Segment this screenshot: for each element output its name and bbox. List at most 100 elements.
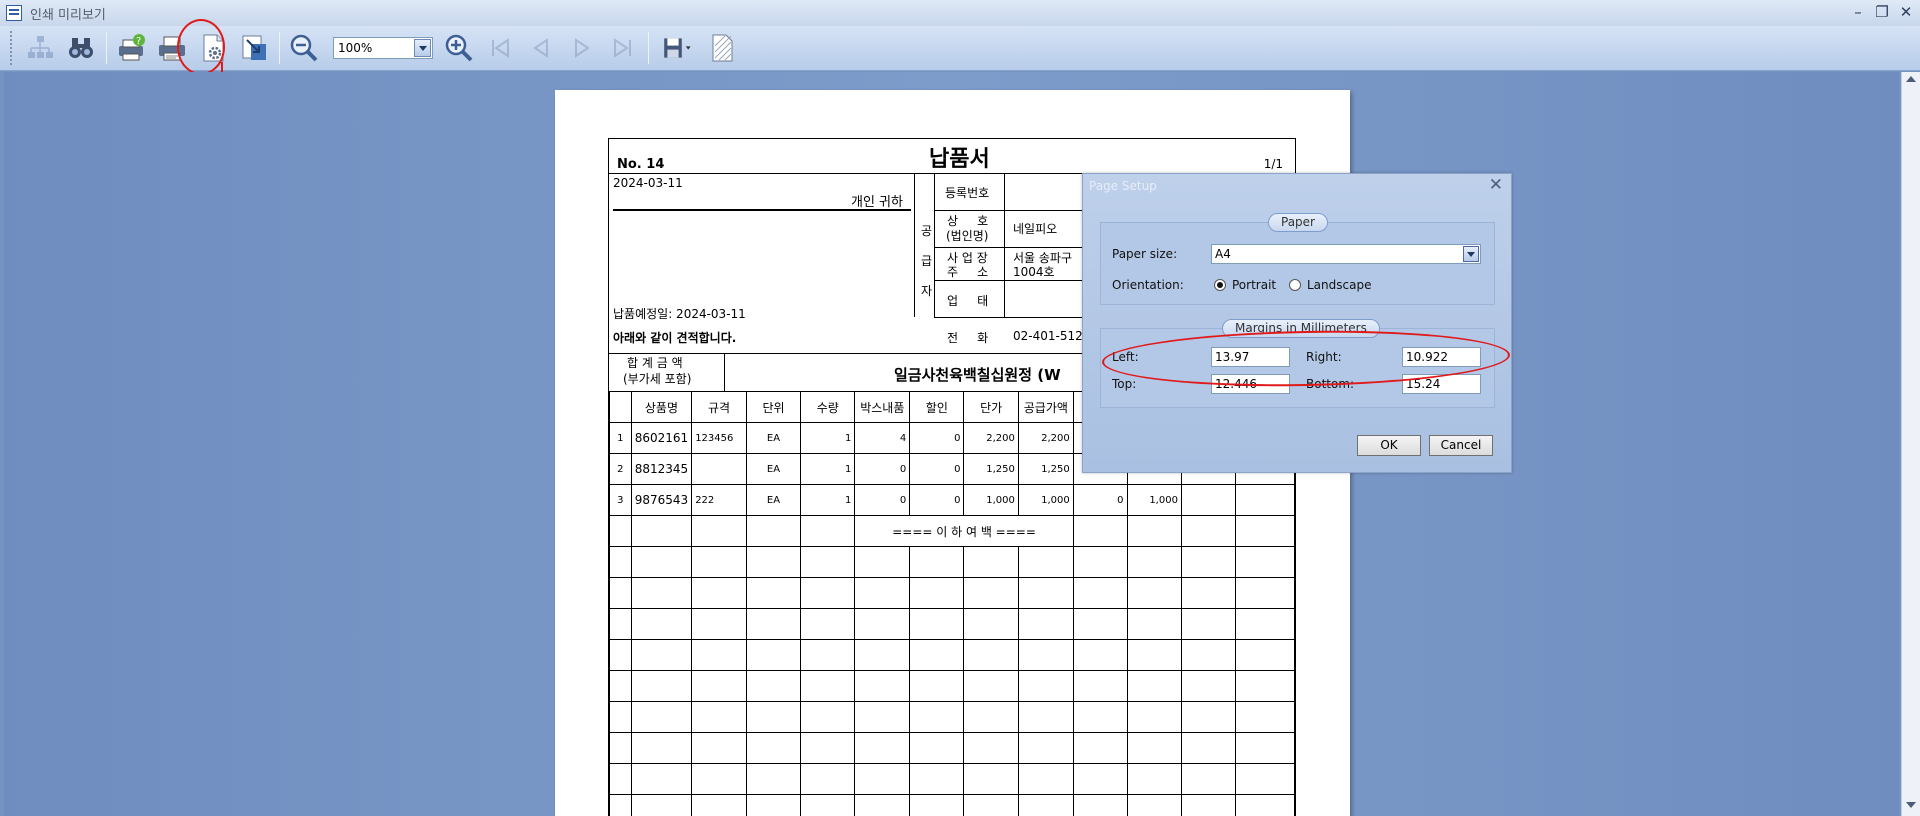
landscape-label: Landscape <box>1307 278 1372 292</box>
export-button[interactable] <box>655 30 699 66</box>
doc-page-number: 1/1 <box>1263 157 1283 171</box>
zoom-in-button[interactable] <box>441 30 477 66</box>
next-page-icon <box>575 38 590 58</box>
doc-title: 납품서 <box>929 147 990 172</box>
last-page-button[interactable] <box>605 30 641 66</box>
cell: 0 <box>854 453 911 485</box>
divider <box>724 353 725 391</box>
paper-size-select[interactable]: A4 <box>1211 244 1481 264</box>
cell: 1,000 <box>1017 484 1074 516</box>
top-margin-input[interactable]: 12.446 <box>1211 374 1290 394</box>
chevron-down-icon[interactable] <box>414 39 431 57</box>
close-icon[interactable]: ✕ <box>1489 175 1503 195</box>
next-page-button[interactable] <box>564 30 600 66</box>
cell: 1 <box>800 422 856 454</box>
left-margin-input[interactable]: 13.97 <box>1211 347 1290 367</box>
last-page-icon <box>614 38 631 58</box>
cell: 222 <box>691 484 747 516</box>
watermark-page-icon <box>712 34 733 62</box>
phone-label: 전 화 <box>947 331 989 345</box>
zoom-value: 100% <box>338 41 373 55</box>
doc-delivery-date: 납품예정일: 2024-03-11 <box>613 307 746 321</box>
cell: EA <box>745 422 802 454</box>
cell: 0 <box>854 484 911 516</box>
table-row <box>609 639 1296 671</box>
address-label-sub: 주 소 <box>947 265 989 279</box>
tree-icon <box>28 36 53 58</box>
zoom-out-button[interactable] <box>286 30 322 66</box>
toolbar-separator <box>106 32 107 64</box>
column-header: 단위 <box>745 391 802 423</box>
zoom-in-icon <box>445 34 473 62</box>
cell: 2,200 <box>1017 422 1074 454</box>
bottom-margin-input[interactable]: 15.24 <box>1402 374 1481 394</box>
paper-size-label: Paper size: <box>1112 247 1178 261</box>
cell: 3 <box>609 484 632 516</box>
top-margin-label: Top: <box>1112 377 1137 391</box>
cell: 2,200 <box>963 422 1019 454</box>
portrait-radio[interactable] <box>1214 279 1226 291</box>
watermark-button[interactable] <box>704 30 740 66</box>
column-header: 단가 <box>963 391 1019 423</box>
divider <box>613 209 911 211</box>
company-label-sub: (법인명) <box>946 229 989 243</box>
preview-toolbar: ? 100% <box>0 26 1920 71</box>
minimize-button[interactable]: – <box>1848 2 1868 22</box>
vertical-scrollbar[interactable] <box>1901 72 1920 816</box>
right-margin-input[interactable]: 10.922 <box>1402 347 1481 367</box>
first-page-button[interactable] <box>482 30 518 66</box>
table-row <box>609 608 1296 640</box>
binoculars-icon <box>69 38 93 58</box>
printer-help-icon: ? <box>119 34 145 61</box>
window-title: 인쇄 미리보기 <box>30 7 106 23</box>
column-header: 박스내품 <box>854 391 911 423</box>
business-label: 업 태 <box>947 294 989 308</box>
total-label: 합 계 금 액 <box>627 356 683 370</box>
document-map-button[interactable] <box>22 30 58 66</box>
cancel-button[interactable]: Cancel <box>1429 435 1493 456</box>
toolbar-separator <box>648 32 649 64</box>
scale-button[interactable] <box>236 30 272 66</box>
scroll-up-icon[interactable] <box>1906 76 1916 82</box>
find-button[interactable] <box>63 30 99 66</box>
supplier-char: 급 <box>921 254 933 268</box>
cell: 123456 <box>691 422 747 454</box>
blank-marker: ==== 이 하 여 백 ==== <box>854 515 1074 547</box>
table-row <box>609 763 1296 795</box>
close-window-button[interactable]: ✕ <box>1896 2 1916 22</box>
doc-note: 아래와 같이 견적합니다. <box>613 331 737 345</box>
table-row <box>609 701 1296 733</box>
cell: 1,000 <box>963 484 1019 516</box>
print-setup-button[interactable]: ? <box>113 30 149 66</box>
page-setup-button[interactable] <box>195 30 231 66</box>
restore-button[interactable]: ❐ <box>1872 2 1892 22</box>
doc-date: 2024-03-11 <box>613 176 683 190</box>
zoom-select[interactable]: 100% <box>333 37 433 59</box>
company-value: 네일피오 <box>1013 222 1058 236</box>
chevron-down-icon[interactable] <box>1463 246 1479 262</box>
print-button[interactable] <box>154 30 190 66</box>
cell: 1 <box>800 453 856 485</box>
divider <box>914 173 915 317</box>
total-amount: 일금사천육백칠십원정 (W <box>894 366 1061 384</box>
supplier-char: 공 <box>921 224 933 238</box>
landscape-radio[interactable] <box>1289 279 1301 291</box>
toolbar-grip[interactable] <box>10 31 14 65</box>
printer-icon <box>159 36 185 61</box>
cell: 4 <box>854 422 911 454</box>
orientation-label: Orientation: <box>1112 278 1184 292</box>
ok-button[interactable]: OK <box>1357 435 1421 456</box>
column-header: 상품명 <box>630 391 693 423</box>
cell: 9876543 <box>630 484 693 516</box>
cell: 1,250 <box>1017 453 1074 485</box>
cell: 8602161 <box>630 422 693 454</box>
cell: 0 <box>1072 484 1128 516</box>
divider <box>934 173 935 317</box>
scroll-down-icon[interactable] <box>1906 802 1916 808</box>
print-preview-app-icon <box>6 5 22 21</box>
phone-value: 02-401-512 <box>1013 329 1083 343</box>
zoom-out-icon <box>290 34 318 62</box>
cell: EA <box>745 484 802 516</box>
prev-page-button[interactable] <box>523 30 559 66</box>
reg-no-label: 등록번호 <box>945 186 990 200</box>
